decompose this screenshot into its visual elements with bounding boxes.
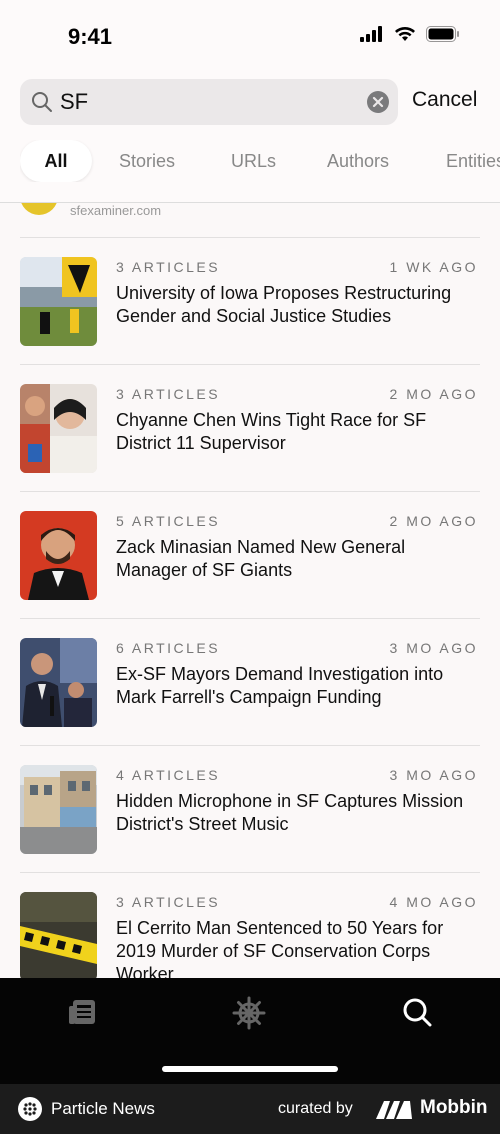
- list-item[interactable]: 5 ARTICLES 2 MO AGO Zack Minasian Named …: [20, 491, 480, 618]
- list-item[interactable]: 3 ARTICLES 1 WK AGO University of Iowa P…: [20, 237, 480, 364]
- app-name: Particle News: [51, 1099, 155, 1118]
- tab-entities[interactable]: Entities: [446, 140, 500, 182]
- battery-icon: [426, 26, 459, 42]
- wifi-icon: [395, 27, 415, 41]
- article-thumbnail: [20, 257, 97, 346]
- search-tab-icon[interactable]: [401, 996, 433, 1028]
- search-icon: [32, 92, 52, 112]
- filter-tabs: All Stories URLs Authors Entities: [20, 140, 500, 182]
- search-input[interactable]: SF: [20, 79, 398, 125]
- status-icons: [360, 26, 460, 42]
- article-thumbnail: [20, 765, 97, 854]
- attribution-footer: Particle News curated by Mobbin: [0, 1084, 500, 1134]
- mobbin-brand: Mobbin: [420, 1097, 488, 1118]
- tab-all[interactable]: All: [20, 140, 92, 182]
- article-count: 3 ARTICLES: [116, 259, 221, 275]
- article-thumbnail: [20, 638, 97, 727]
- search-query: SF: [60, 89, 89, 114]
- article-count: 4 ARTICLES: [116, 767, 221, 783]
- mobbin-logo-icon: [376, 1101, 412, 1119]
- list-item[interactable]: 6 ARTICLES 3 MO AGO Ex-SF Mayors Demand …: [20, 618, 480, 745]
- helm-icon[interactable]: [232, 996, 266, 1030]
- status-bar: 9:41: [0, 0, 500, 72]
- clear-icon[interactable]: [366, 90, 390, 114]
- search-header: SF Cancel All Stories URLs Authors Entit…: [0, 72, 500, 202]
- article-thumbnail: [20, 892, 97, 978]
- time-ago: 2 MO AGO: [389, 513, 478, 529]
- signal-icon: [360, 26, 382, 42]
- list-item[interactable]: 3 ARTICLES 4 MO AGO El Cerrito Man Sente…: [20, 872, 480, 978]
- article-count: 5 ARTICLES: [116, 513, 221, 529]
- article-count: 3 ARTICLES: [116, 894, 221, 910]
- status-time: 9:41: [68, 24, 113, 49]
- tab-authors[interactable]: Authors: [327, 140, 389, 182]
- news-icon[interactable]: [66, 996, 98, 1028]
- story-headline: University of Iowa Proposes Restructurin…: [116, 283, 452, 326]
- time-ago: 1 WK AGO: [389, 259, 478, 275]
- list-item[interactable]: 4 ARTICLES 3 MO AGO Hidden Microphone in…: [20, 745, 480, 872]
- story-headline: Zack Minasian Named New General Manager …: [116, 537, 406, 580]
- source-domain: sfexaminer.com: [70, 203, 162, 218]
- story-headline: El Cerrito Man Sentenced to 50 Years for…: [116, 918, 444, 978]
- cancel-button[interactable]: Cancel: [412, 88, 477, 112]
- list-item-partial[interactable]: sfexaminer.com: [20, 203, 480, 237]
- time-ago: 3 MO AGO: [389, 640, 478, 656]
- results-list: sfexaminer.com 3 ARTICLES 1 WK AGO Unive…: [0, 203, 500, 978]
- particle-logo-icon: [18, 1097, 42, 1121]
- list-item[interactable]: 3 ARTICLES 2 MO AGO Chyanne Chen Wins Ti…: [20, 364, 480, 491]
- bottom-tab-bar: [0, 978, 500, 1084]
- time-ago: 2 MO AGO: [389, 386, 478, 402]
- curated-by-label: curated by: [278, 1100, 353, 1117]
- story-headline: Chyanne Chen Wins Tight Race for SF Dist…: [116, 410, 427, 453]
- tab-urls[interactable]: URLs: [231, 140, 276, 182]
- home-indicator: [162, 1066, 338, 1072]
- article-thumbnail: [20, 511, 97, 600]
- story-headline: Hidden Microphone in SF Captures Mission…: [116, 791, 464, 834]
- tab-stories[interactable]: Stories: [119, 140, 175, 182]
- source-thumbnail: [20, 203, 58, 215]
- article-count: 6 ARTICLES: [116, 640, 221, 656]
- story-headline: Ex-SF Mayors Demand Investigation into M…: [116, 664, 444, 707]
- article-thumbnail: [20, 384, 97, 473]
- time-ago: 4 MO AGO: [389, 894, 478, 910]
- time-ago: 3 MO AGO: [389, 767, 478, 783]
- article-count: 3 ARTICLES: [116, 386, 221, 402]
